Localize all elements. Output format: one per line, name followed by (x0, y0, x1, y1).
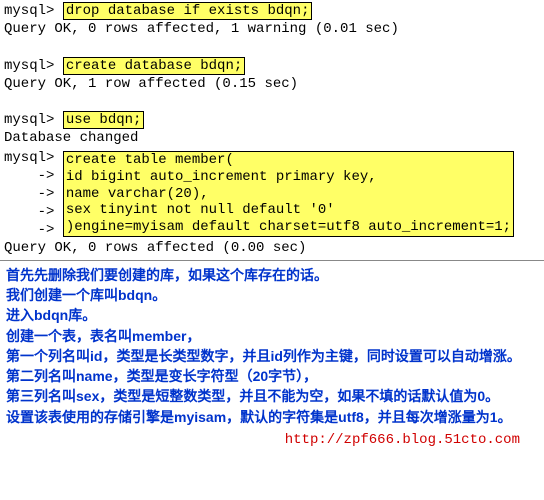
sql-create-table: create table member( id bigint auto_incr… (63, 151, 514, 237)
explain-line-4: 创建一个表，表名叫member， (6, 326, 538, 346)
footer-url: http://zpf666.blog.51cto.com (0, 431, 544, 449)
explain-line-5: 第一个列名叫id，类型是长类型数字，并且id列作为主键，同时设置可以自动增涨。 (6, 346, 538, 366)
sql-drop: drop database if exists bdqn; (63, 2, 313, 20)
result-1: Query OK, 0 rows affected, 1 warning (0.… (4, 20, 540, 38)
sql-use: use bdqn; (63, 111, 145, 129)
explain-line-1: 首先先删除我们要创建的库，如果这个库存在的话。 (6, 265, 538, 285)
explain-line-2: 我们创建一个库叫bdqn。 (6, 285, 538, 305)
result-4: Query OK, 0 rows affected (0.00 sec) (4, 239, 540, 257)
prompt: mysql> (4, 3, 54, 19)
cmd-line-2: mysql> create database bdqn; (4, 57, 540, 75)
cmd-line-1: mysql> drop database if exists bdqn; (4, 2, 540, 20)
explain-line-6: 第二列名叫name，类型是变长字符型（20字节）， (6, 366, 538, 386)
sql-create-db: create database bdqn; (63, 57, 245, 75)
explain-line-7: 第三列名叫sex，类型是短整数类型，并且不能为空，如果不填的话默认值为0。 (6, 386, 538, 406)
result-3: Database changed (4, 129, 540, 147)
explain-line-8: 设置该表使用的存储引擎是myisam，默认的字符集是utf8，并且每次增涨量为1… (6, 407, 538, 427)
result-2: Query OK, 1 row affected (0.15 sec) (4, 75, 540, 93)
explanation-block: 首先先删除我们要创建的库，如果这个库存在的话。 我们创建一个库叫bdqn。 进入… (0, 261, 544, 429)
cmd-line-3: mysql> use bdqn; (4, 111, 540, 129)
explain-line-3: 进入bdqn库。 (6, 305, 538, 325)
create-table-block: mysql> -> -> -> -> create table member( … (4, 149, 540, 240)
terminal-output: mysql> drop database if exists bdqn; Que… (0, 0, 544, 261)
